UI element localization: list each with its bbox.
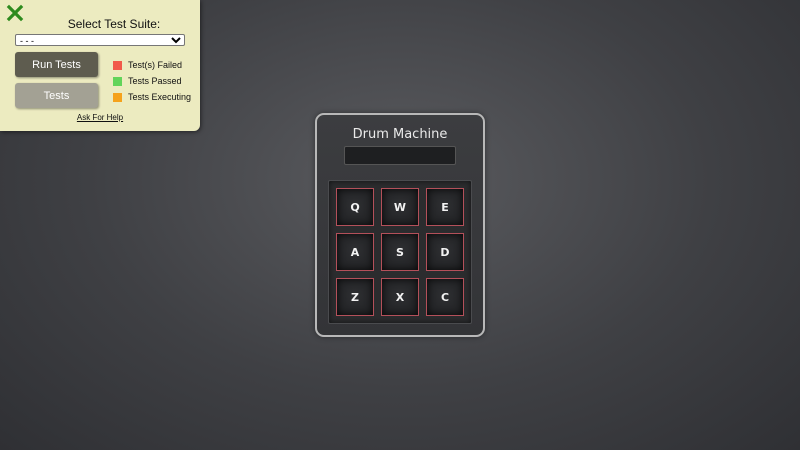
drum-pad-w[interactable]: W <box>381 188 419 226</box>
drum-pad-x[interactable]: X <box>381 278 419 316</box>
drum-display <box>344 146 456 165</box>
test-legend: Test(s) Failed Tests Passed Tests Execut… <box>113 57 191 105</box>
drum-machine: Drum Machine Q W E A S D Z X C <box>315 113 485 337</box>
legend-label-executing: Tests Executing <box>128 92 192 102</box>
drum-pad-z[interactable]: Z <box>336 278 374 316</box>
drum-pad-q[interactable]: Q <box>336 188 374 226</box>
panel-title: Select Test Suite: <box>67 17 161 31</box>
test-panel: Select Test Suite: - - - Run Tests Tests… <box>0 0 200 131</box>
pad-bank: Q W E A S D Z X C <box>328 180 472 324</box>
run-tests-button[interactable]: Run Tests <box>15 52 98 77</box>
ask-for-help-link[interactable]: Ask For Help <box>0 113 200 122</box>
drum-pad-s[interactable]: S <box>381 233 419 271</box>
executing-swatch <box>113 92 122 102</box>
drum-pad-e[interactable]: E <box>426 188 464 226</box>
drum-pad-a[interactable]: A <box>336 233 374 271</box>
close-icon[interactable] <box>6 4 24 22</box>
legend-item-failed: Test(s) Failed <box>113 57 191 73</box>
drum-pad-d[interactable]: D <box>426 233 464 271</box>
drum-machine-title: Drum Machine <box>352 127 448 142</box>
test-suite-select[interactable]: - - - <box>15 34 185 46</box>
failed-swatch <box>113 60 122 70</box>
legend-label-passed: Tests Passed <box>128 76 182 86</box>
legend-label-failed: Test(s) Failed <box>128 60 183 70</box>
passed-swatch <box>113 76 122 86</box>
legend-item-passed: Tests Passed <box>113 73 191 89</box>
tests-button[interactable]: Tests <box>15 83 98 108</box>
drum-pad-c[interactable]: C <box>426 278 464 316</box>
legend-item-executing: Tests Executing <box>113 89 191 105</box>
